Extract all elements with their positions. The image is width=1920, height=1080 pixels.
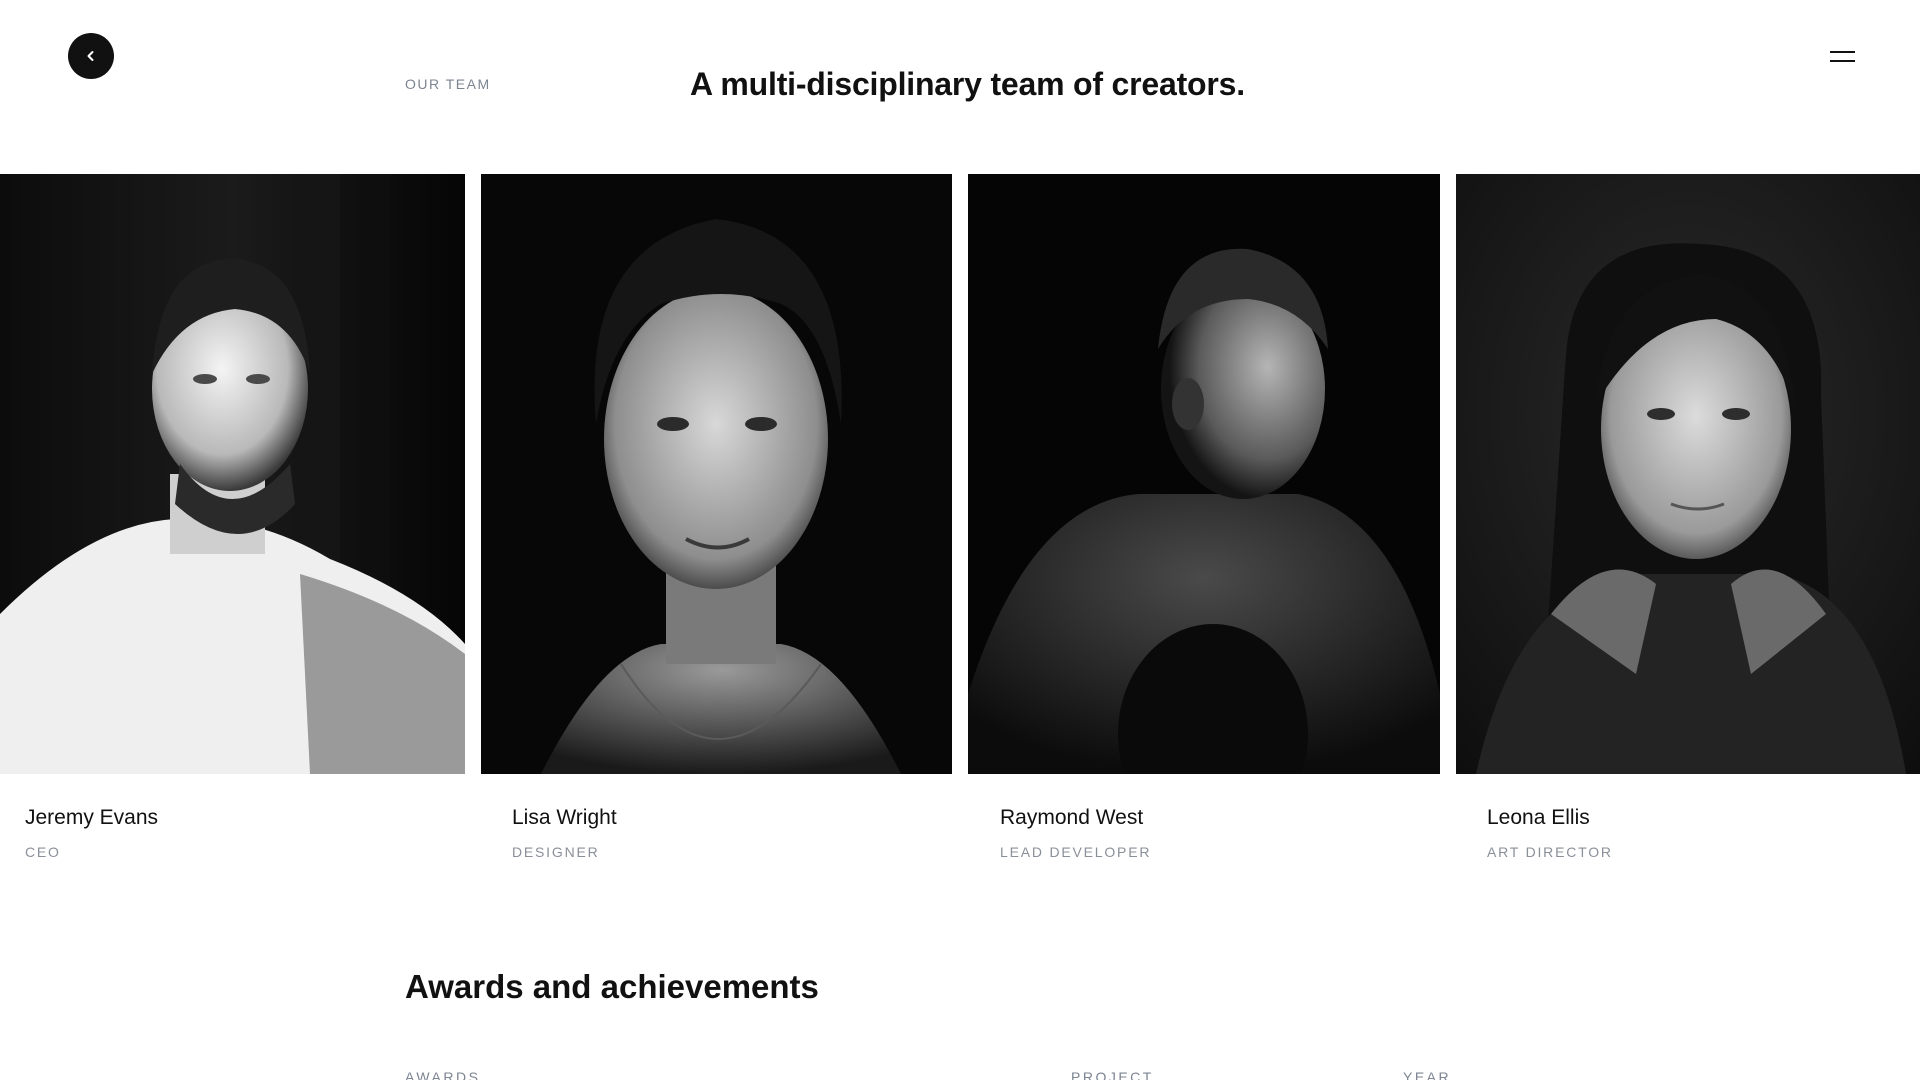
member-name: Lisa Wright [512,806,617,829]
member-name: Jeremy Evans [25,806,159,829]
member-role: LEAD DEVELOPER [1000,844,1152,860]
menu-button[interactable] [1822,44,1862,68]
member-name: Leona Ellis [1487,806,1590,829]
team-card[interactable]: Jeremy Evans CEO [0,174,465,874]
team-card[interactable]: Leona Ellis ART DIRECTOR [1456,174,1920,874]
team-photo [1456,174,1920,774]
awards-title: Awards and achievements [405,968,819,1005]
back-button[interactable] [68,33,114,79]
project-column-header: PROJECT [1071,1069,1154,1080]
member-role: CEO [25,844,61,860]
member-name: Raymond West [1000,806,1144,829]
hamburger-menu-icon-line [1829,59,1855,62]
section-eyebrow: OUR TEAM [405,76,491,92]
hamburger-menu-icon [1829,50,1855,53]
member-role: ART DIRECTOR [1487,844,1613,860]
team-photo [0,174,465,774]
page-title: A multi-disciplinary team of creators. [690,66,1245,102]
team-photo [481,174,952,774]
team-card[interactable]: Lisa Wright DESIGNER [481,174,952,874]
team-card[interactable]: Raymond West LEAD DEVELOPER [968,174,1440,874]
member-role: DESIGNER [512,844,600,860]
chevron-left-icon [87,51,94,61]
year-column-header: YEAR [1403,1069,1452,1080]
team-photo [968,174,1440,774]
team-grid: Jeremy Evans CEO Lisa Wright DESIGNER Ra… [0,174,1920,860]
awards-column-header: AWARDS [405,1069,481,1080]
